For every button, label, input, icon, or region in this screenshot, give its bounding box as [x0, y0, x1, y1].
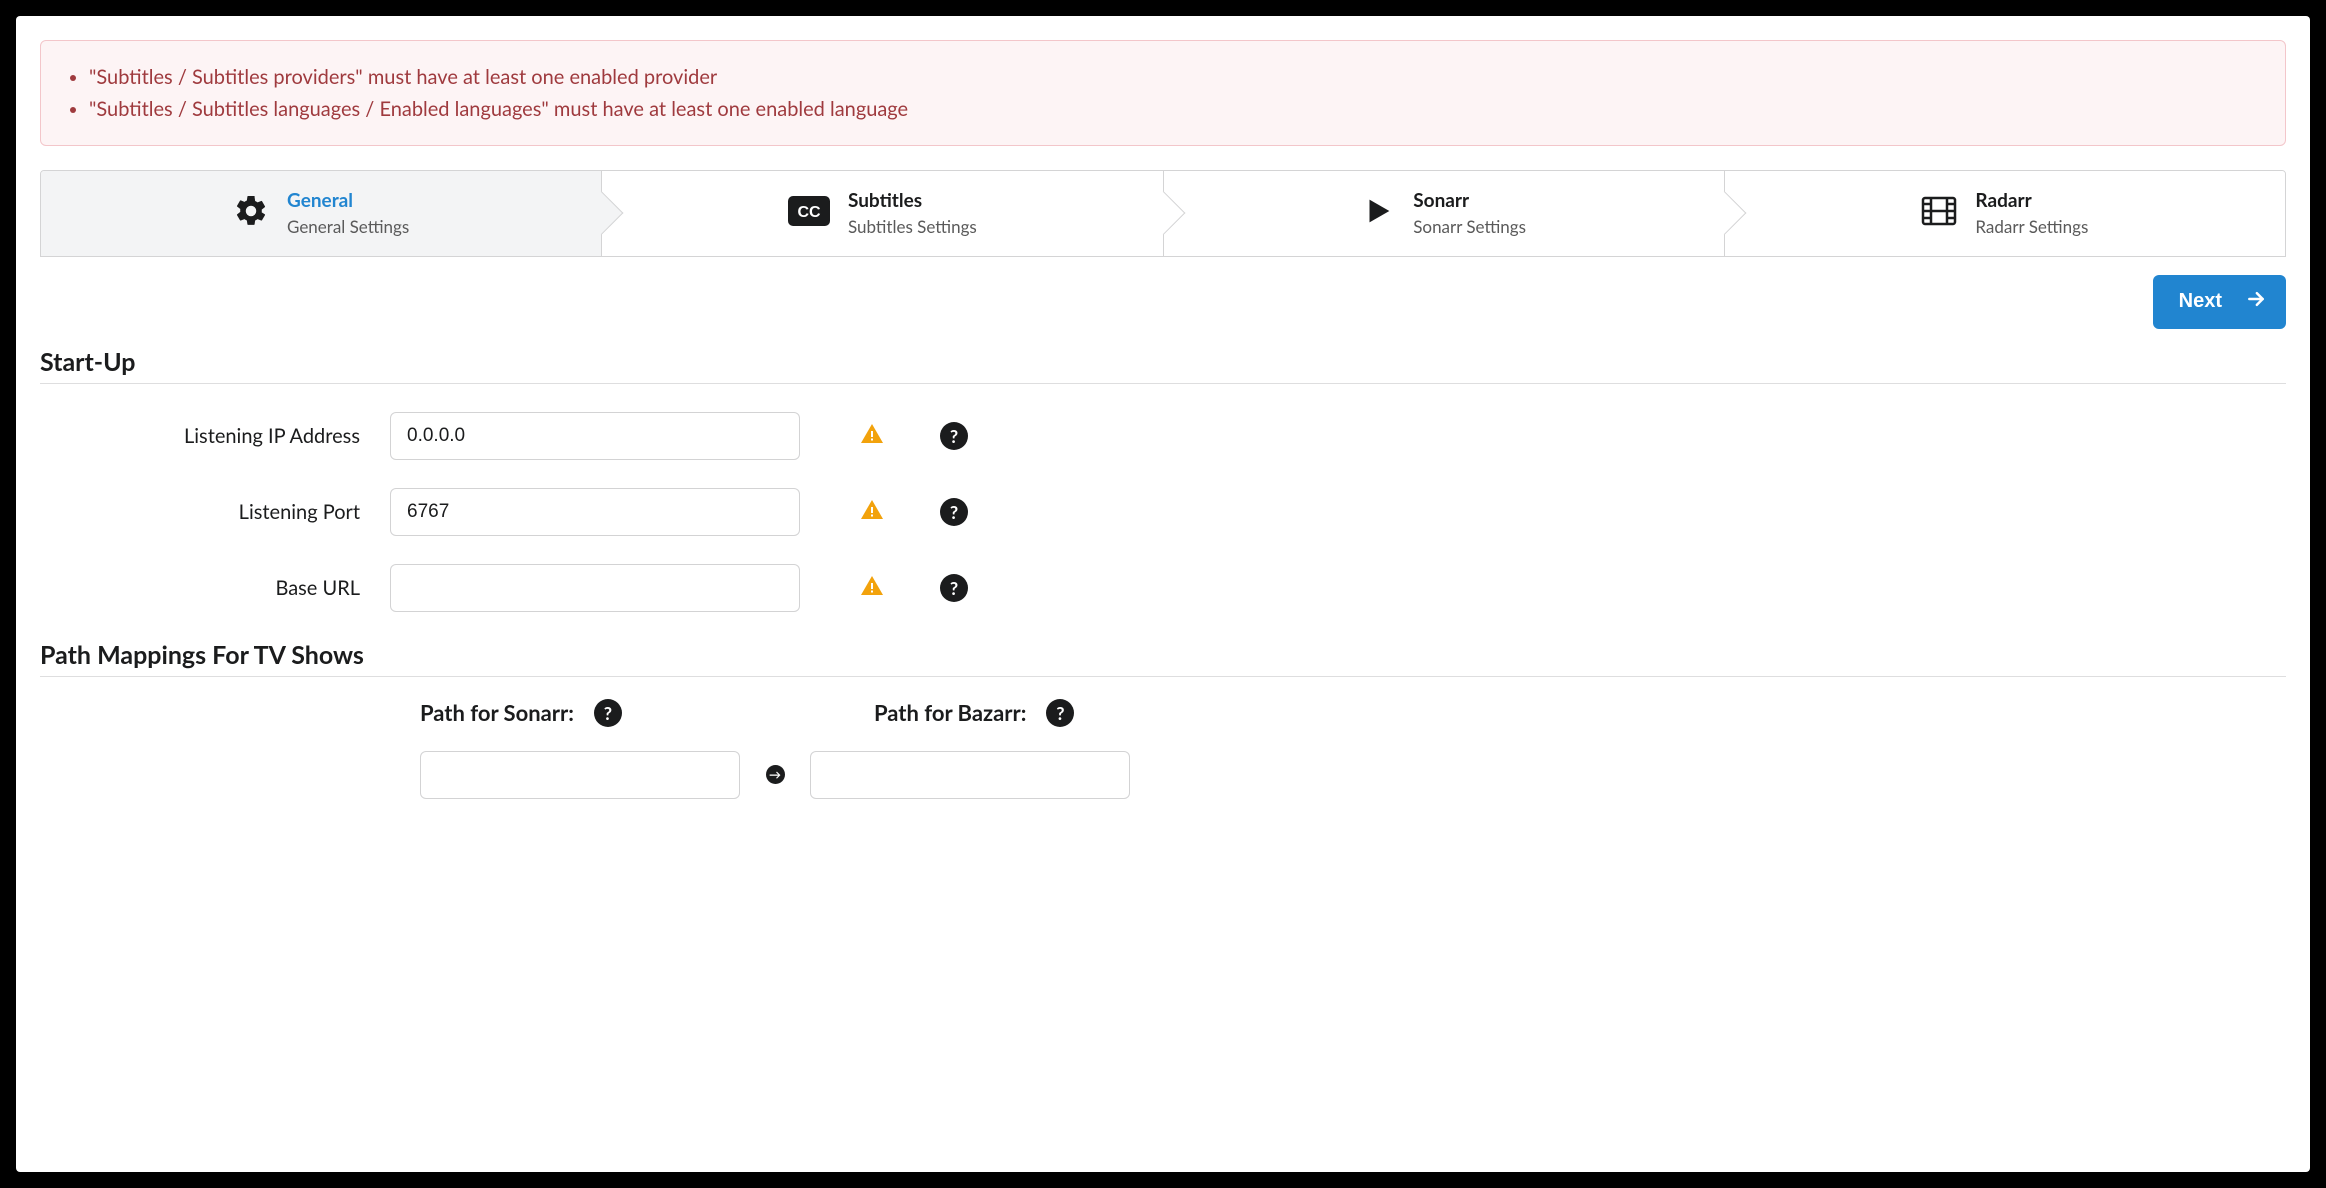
field-base-url: Base URL: [40, 564, 2286, 612]
gear-icon: [233, 193, 269, 233]
help-icon[interactable]: [940, 422, 968, 450]
field-listening-port: Listening Port: [40, 488, 2286, 536]
tab-subtitle: Radarr Settings: [1975, 216, 2088, 238]
validation-alert: "Subtitles / Subtitles providers" must h…: [40, 40, 2286, 146]
section-heading-startup: Start-Up: [40, 347, 2286, 384]
field-label: Listening Port: [40, 500, 390, 524]
section-heading-path-tv: Path Mappings For TV Shows: [40, 640, 2286, 677]
field-label: Listening IP Address: [40, 424, 390, 448]
help-icon[interactable]: [1046, 699, 1074, 727]
next-button[interactable]: Next: [2153, 275, 2286, 329]
warning-icon: [860, 574, 884, 602]
wizard-tabs: General General Settings CC Subtitles Su…: [40, 170, 2286, 257]
warning-icon: [860, 422, 884, 450]
tab-subtitle: General Settings: [287, 216, 409, 238]
tab-subtitles[interactable]: CC Subtitles Subtitles Settings: [602, 171, 1163, 256]
tab-title: General: [287, 189, 409, 214]
tab-general[interactable]: General General Settings: [41, 171, 602, 256]
arrow-right-circle-icon: [766, 765, 785, 784]
path-bazarr-input[interactable]: [810, 751, 1130, 799]
tab-title: Radarr: [1975, 189, 2088, 214]
path-sonarr-label: Path for Sonarr:: [420, 699, 574, 726]
base-url-input[interactable]: [390, 564, 800, 612]
path-mapping-row: [420, 751, 2286, 799]
tab-subtitle: Subtitles Settings: [848, 216, 977, 238]
tab-title: Subtitles: [848, 189, 977, 214]
path-mapping-headers: Path for Sonarr: Path for Bazarr:: [40, 699, 2286, 727]
next-button-label: Next: [2179, 290, 2222, 313]
tab-title: Sonarr: [1413, 189, 1526, 214]
closed-caption-icon: CC: [788, 196, 830, 230]
film-icon: [1921, 196, 1957, 230]
tab-sonarr[interactable]: Sonarr Sonarr Settings: [1164, 171, 1725, 256]
field-listening-ip: Listening IP Address: [40, 412, 2286, 460]
help-icon[interactable]: [594, 699, 622, 727]
path-bazarr-label: Path for Bazarr:: [874, 699, 1026, 726]
svg-text:CC: CC: [797, 204, 821, 221]
help-icon[interactable]: [940, 498, 968, 526]
help-icon[interactable]: [940, 574, 968, 602]
tab-content-general: Next Start-Up Listening IP Address Liste: [40, 257, 2286, 799]
arrow-right-icon: [2246, 289, 2266, 315]
tab-radarr[interactable]: Radarr Radarr Settings: [1725, 171, 2285, 256]
tab-subtitle: Sonarr Settings: [1413, 216, 1526, 238]
warning-icon: [860, 498, 884, 526]
play-icon: [1361, 194, 1395, 232]
path-sonarr-input[interactable]: [420, 751, 740, 799]
settings-wizard-window: "Subtitles / Subtitles providers" must h…: [16, 16, 2310, 1172]
alert-message: "Subtitles / Subtitles languages / Enabl…: [89, 95, 2259, 123]
field-label: Base URL: [40, 576, 390, 600]
alert-message: "Subtitles / Subtitles providers" must h…: [89, 63, 2259, 91]
listening-port-input[interactable]: [390, 488, 800, 536]
listening-ip-input[interactable]: [390, 412, 800, 460]
